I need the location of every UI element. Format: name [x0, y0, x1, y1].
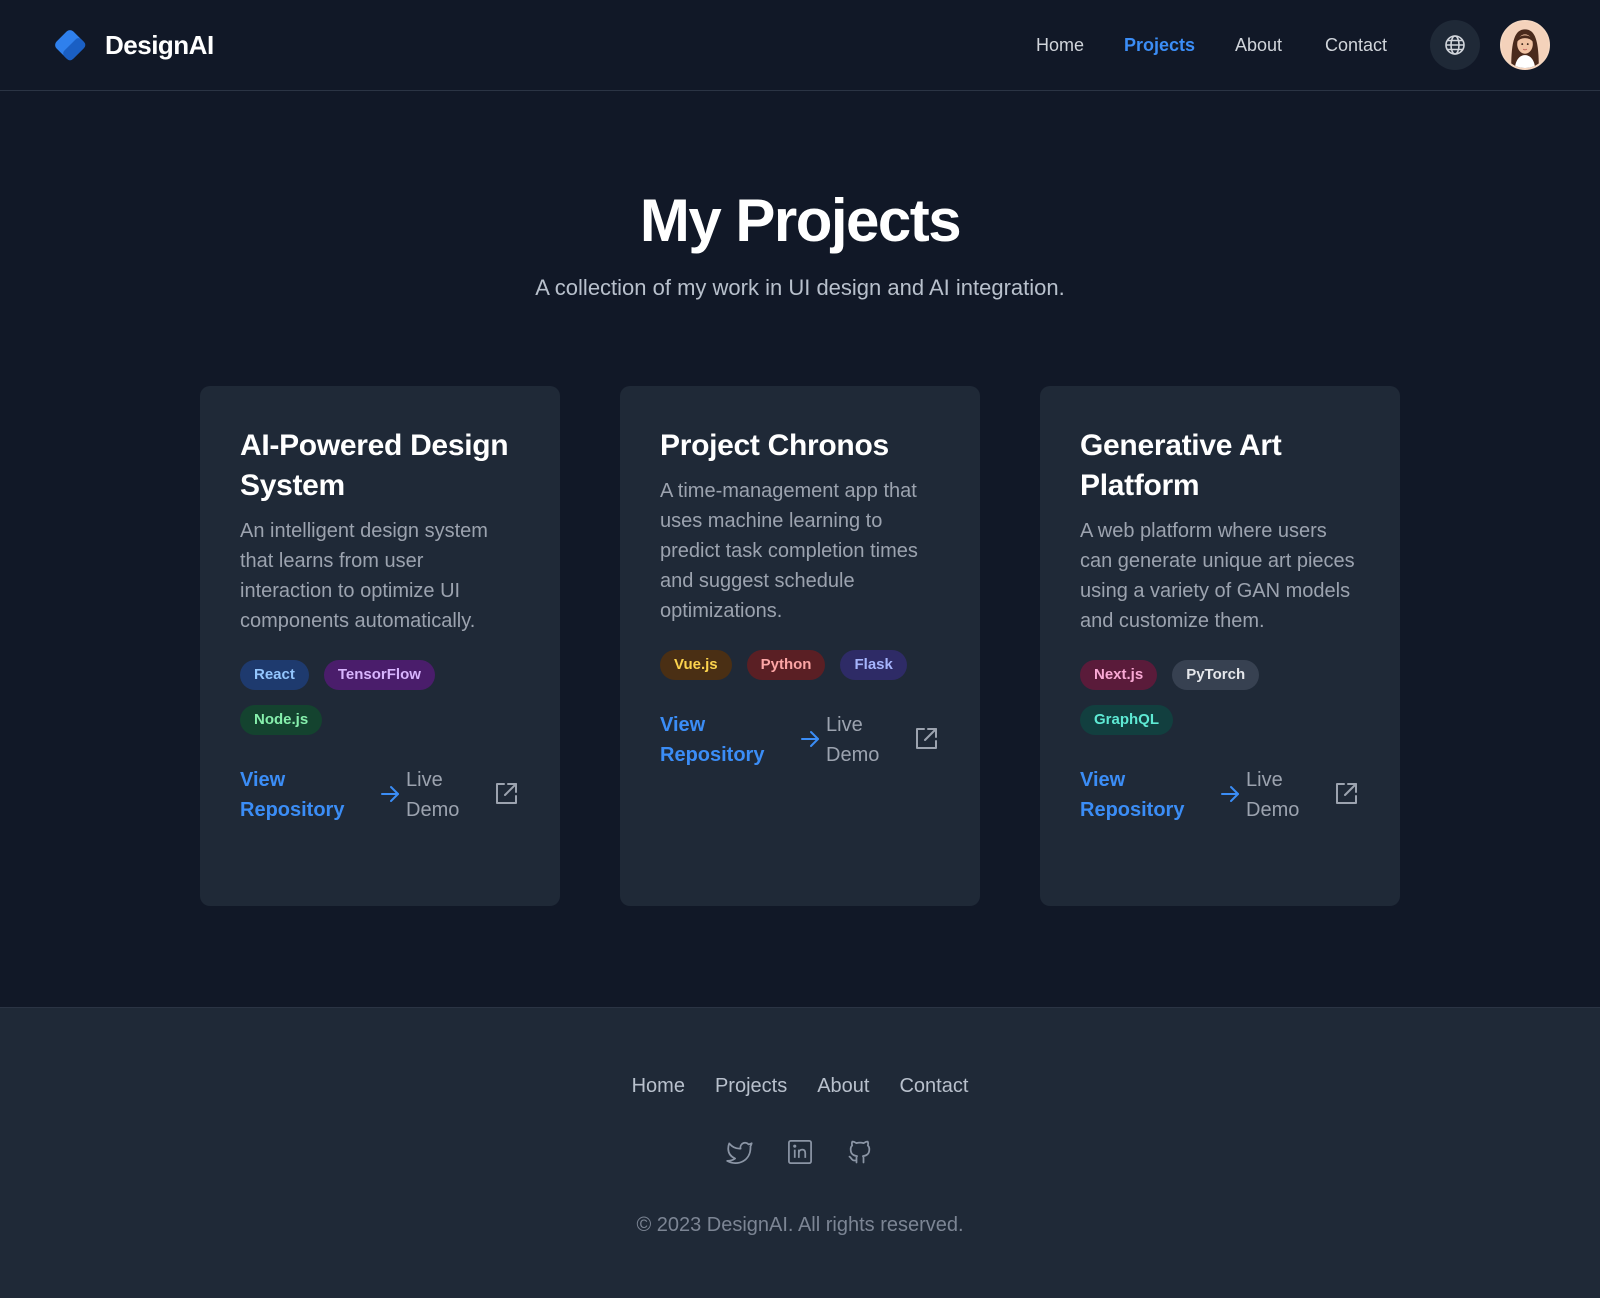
project-card: AI-Powered Design System An intelligent … — [200, 386, 560, 906]
live-demo-link[interactable]: Live Demo — [1246, 765, 1316, 825]
project-actions: View Repository Live Demo — [240, 765, 520, 827]
tag-list: React TensorFlow Node.js — [240, 660, 520, 735]
nav-home[interactable]: Home — [1036, 33, 1084, 57]
copyright-text: © 2023 DesignAI. All rights reserved. — [636, 1214, 964, 1236]
project-title: Project Chronos — [660, 429, 889, 462]
footer-nav: Home Projects About Contact — [0, 1073, 1600, 1099]
project-actions: View Repository Live Demo — [660, 710, 940, 772]
project-description: A web platform where users can generate … — [1080, 520, 1355, 632]
footer-link-projects[interactable]: Projects — [715, 1073, 787, 1099]
tech-tag: Vue.js — [660, 650, 732, 680]
project-actions: View Repository Live Demo — [1080, 765, 1360, 827]
diamond-logo-icon[interactable] — [52, 27, 88, 63]
social-links — [0, 1138, 1600, 1166]
tech-tag: Flask — [840, 650, 907, 680]
live-demo-link[interactable]: Live Demo — [406, 765, 476, 825]
project-card: Project Chronos A time-management app th… — [620, 386, 980, 906]
external-link-icon[interactable] — [1332, 780, 1360, 808]
external-link-icon[interactable] — [492, 780, 520, 808]
tech-tag: GraphQL — [1080, 705, 1174, 735]
tag-list: Next.js PyTorch GraphQL — [1080, 660, 1360, 735]
brand-name[interactable]: DesignAI — [105, 27, 214, 63]
tech-tag: Next.js — [1080, 660, 1158, 690]
view-repository-link[interactable]: View Repository — [1080, 765, 1200, 825]
tech-tag: Node.js — [240, 705, 323, 735]
view-repository-link[interactable]: View Repository — [240, 765, 360, 825]
project-description: A time-management app that uses machine … — [660, 480, 918, 622]
tech-tag: Python — [746, 650, 826, 680]
github-icon[interactable] — [846, 1138, 874, 1166]
project-title: Generative Art Platform — [1080, 429, 1282, 502]
tech-tag: TensorFlow — [323, 660, 435, 690]
nav-about[interactable]: About — [1235, 33, 1282, 57]
linkedin-icon[interactable] — [786, 1138, 814, 1166]
user-avatar[interactable] — [1500, 20, 1550, 70]
external-link-icon[interactable] — [912, 725, 940, 753]
footer-link-contact[interactable]: Contact — [899, 1073, 968, 1099]
tech-tag: PyTorch — [1172, 660, 1260, 690]
top-navbar: DesignAI Home Projects About Contact — [0, 0, 1600, 91]
page-subtitle: A collection of my work in UI design and… — [535, 275, 1065, 300]
site-footer: Home Projects About Contact © 2023 Desig… — [0, 1007, 1600, 1298]
view-repository-link[interactable]: View Repository — [660, 710, 780, 770]
arrow-right-icon — [1221, 786, 1239, 802]
footer-link-home[interactable]: Home — [632, 1073, 685, 1099]
arrow-right-icon — [381, 786, 399, 802]
page-title: My Projects — [639, 187, 962, 254]
project-title: AI-Powered Design System — [240, 429, 509, 502]
footer-link-about[interactable]: About — [817, 1073, 869, 1099]
tag-list: Vue.js Python Flask — [660, 650, 940, 680]
language-button[interactable] — [1430, 20, 1480, 70]
twitter-icon[interactable] — [726, 1138, 754, 1166]
project-description: An intelligent design system that learns… — [240, 520, 488, 632]
nav-projects[interactable]: Projects — [1124, 33, 1195, 57]
project-card: Generative Art Platform A web platform w… — [1040, 386, 1400, 906]
nav-contact[interactable]: Contact — [1325, 33, 1387, 57]
tech-tag: React — [240, 660, 309, 690]
live-demo-link[interactable]: Live Demo — [826, 710, 896, 770]
globe-icon — [1445, 35, 1465, 55]
arrow-right-icon — [801, 731, 819, 747]
